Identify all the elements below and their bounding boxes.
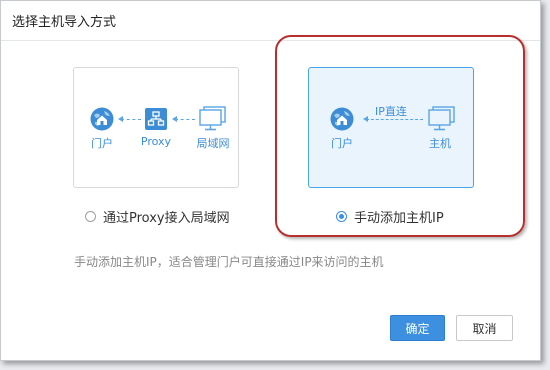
radio-label: 手动添加主机IP xyxy=(354,211,444,226)
cancel-button[interactable]: 取消 xyxy=(456,315,513,341)
radio-label: 通过Proxy接入局域网 xyxy=(103,211,230,226)
arrow-head xyxy=(172,116,177,122)
arrow-head xyxy=(118,116,123,122)
dialog-title: 选择主机导入方式 xyxy=(12,15,117,30)
arrow-line xyxy=(121,119,141,120)
node-label-lan: 局域网 xyxy=(196,137,230,150)
arrow-line xyxy=(175,119,195,120)
proxy-option-card[interactable]: 门户 Proxy 局域网 xyxy=(73,67,239,188)
network-proxy-icon xyxy=(145,108,167,130)
radio-button[interactable] xyxy=(85,211,96,222)
radio-proxy-option[interactable]: 通过Proxy接入局域网 xyxy=(85,207,230,226)
monitor-icon xyxy=(199,106,226,131)
node-label-portal: 门户 xyxy=(91,137,113,150)
import-host-dialog: 选择主机导入方式 门户 Proxy 局域网 门户 IP直连 主机 通过Proxy… xyxy=(0,0,541,361)
globe-home-icon xyxy=(90,107,114,131)
node-label-proxy: Proxy xyxy=(140,135,172,148)
confirm-button[interactable]: 确定 xyxy=(390,315,445,341)
radio-manual-ip-option[interactable]: 手动添加主机IP xyxy=(336,207,444,226)
option-description: 手动添加主机IP，适合管理门户可直接通过IP来访问的主机 xyxy=(74,255,384,269)
radio-button[interactable] xyxy=(336,211,347,222)
